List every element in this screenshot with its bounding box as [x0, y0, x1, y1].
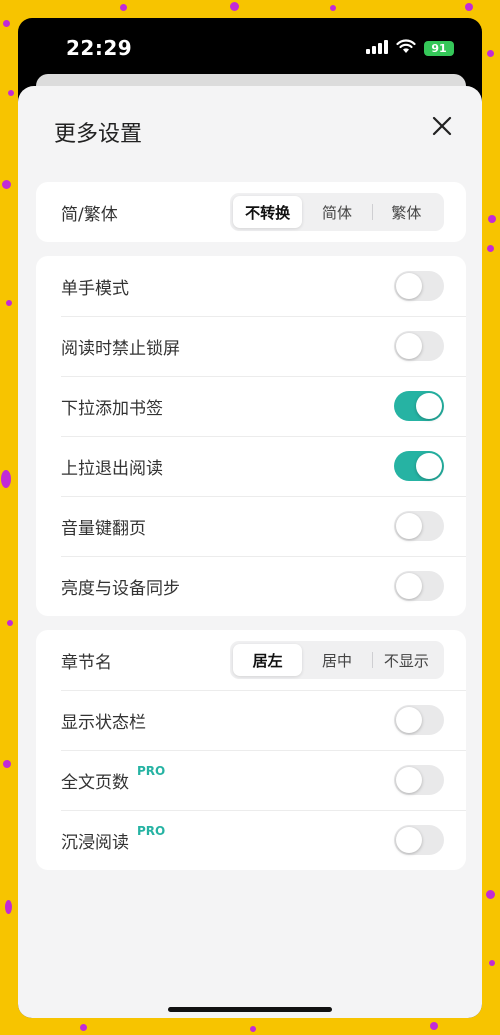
setting-row-pull-exit: 上拉退出阅读	[36, 436, 466, 496]
toggle-knob	[416, 393, 442, 419]
setting-label: 上拉退出阅读	[61, 458, 163, 479]
setting-row-brightness-sync: 亮度与设备同步	[36, 556, 466, 616]
immersive-toggle[interactable]	[394, 825, 444, 855]
chapter-option-left[interactable]: 居左	[233, 644, 303, 676]
close-button[interactable]	[430, 114, 454, 138]
chapter-option-hide[interactable]: 不显示	[371, 644, 441, 676]
display-card: 章节名 居左 居中 不显示 显示状态栏 全文页数 PRO 沉浸阅读 PRO	[36, 630, 466, 870]
toggle-knob	[396, 333, 422, 359]
status-time: 22:29	[66, 36, 133, 60]
script-row: 简/繁体 不转换 简体 繁体	[36, 182, 466, 242]
setting-row-immersive: 沉浸阅读 PRO	[36, 810, 466, 870]
status-bar-toggle[interactable]	[394, 705, 444, 735]
setting-label: 阅读时禁止锁屏	[61, 338, 180, 359]
pull-bookmark-toggle[interactable]	[394, 391, 444, 421]
chapter-row: 章节名 居左 居中 不显示	[36, 630, 466, 690]
status-bar: 22:29 91	[18, 18, 482, 74]
toggle-knob	[396, 273, 422, 299]
chapter-option-center[interactable]: 居中	[302, 644, 371, 676]
toggle-knob	[396, 827, 422, 853]
battery-icon: 91	[424, 41, 454, 56]
setting-label: 单手模式	[61, 278, 129, 299]
toggle-knob	[396, 573, 422, 599]
setting-label: 下拉添加书签	[61, 398, 163, 419]
setting-row-volume-page: 音量键翻页	[36, 496, 466, 556]
toggle-knob	[416, 453, 442, 479]
script-option-traditional[interactable]: 繁体	[371, 196, 441, 228]
signal-icon	[366, 39, 388, 58]
status-icons: 91	[366, 39, 454, 58]
no-lock-toggle[interactable]	[394, 331, 444, 361]
pull-exit-toggle[interactable]	[394, 451, 444, 481]
close-icon	[432, 116, 452, 136]
setting-row-page-count: 全文页数 PRO	[36, 750, 466, 810]
volume-page-toggle[interactable]	[394, 511, 444, 541]
chapter-segmented-control: 居左 居中 不显示	[230, 641, 444, 679]
pro-badge: PRO	[137, 763, 166, 778]
pro-badge: PRO	[137, 823, 166, 838]
setting-label: 全文页数	[61, 772, 129, 793]
setting-row-one-hand: 单手模式	[36, 256, 466, 316]
chapter-label: 章节名	[61, 652, 112, 673]
toggle-knob	[396, 707, 422, 733]
script-card: 简/繁体 不转换 简体 繁体	[36, 182, 466, 242]
setting-label: 音量键翻页	[61, 518, 146, 539]
setting-label-wrap: 全文页数 PRO	[61, 764, 394, 793]
more-settings-sheet: 更多设置 简/繁体 不转换 简体 繁体 单手模式 阅读时禁止锁屏 下拉添加书签 …	[18, 86, 482, 1018]
script-option-simplified[interactable]: 简体	[302, 196, 371, 228]
reading-card: 单手模式 阅读时禁止锁屏 下拉添加书签 上拉退出阅读 音量键翻页 亮度与设备同步	[36, 256, 466, 616]
toggle-knob	[396, 513, 422, 539]
sheet-title: 更多设置	[54, 122, 143, 147]
setting-row-no-lock: 阅读时禁止锁屏	[36, 316, 466, 376]
toggle-knob	[396, 767, 422, 793]
page-count-toggle[interactable]	[394, 765, 444, 795]
script-label: 简/繁体	[61, 204, 118, 225]
setting-label-wrap: 沉浸阅读 PRO	[61, 824, 394, 853]
setting-label: 显示状态栏	[61, 712, 146, 733]
phone-screen: 22:29 91 更多设置 简/繁体 不转换 简体 繁体 单手模式 阅读时禁止锁…	[18, 18, 482, 1018]
script-segmented-control: 不转换 简体 繁体	[230, 193, 444, 231]
wifi-icon	[396, 39, 416, 58]
brightness-sync-toggle[interactable]	[394, 571, 444, 601]
setting-label: 沉浸阅读	[61, 832, 129, 853]
home-indicator	[168, 1007, 332, 1012]
setting-label: 亮度与设备同步	[61, 578, 180, 599]
script-option-none[interactable]: 不转换	[233, 196, 303, 228]
one-hand-toggle[interactable]	[394, 271, 444, 301]
setting-row-status-bar: 显示状态栏	[36, 690, 466, 750]
setting-row-pull-bookmark: 下拉添加书签	[36, 376, 466, 436]
